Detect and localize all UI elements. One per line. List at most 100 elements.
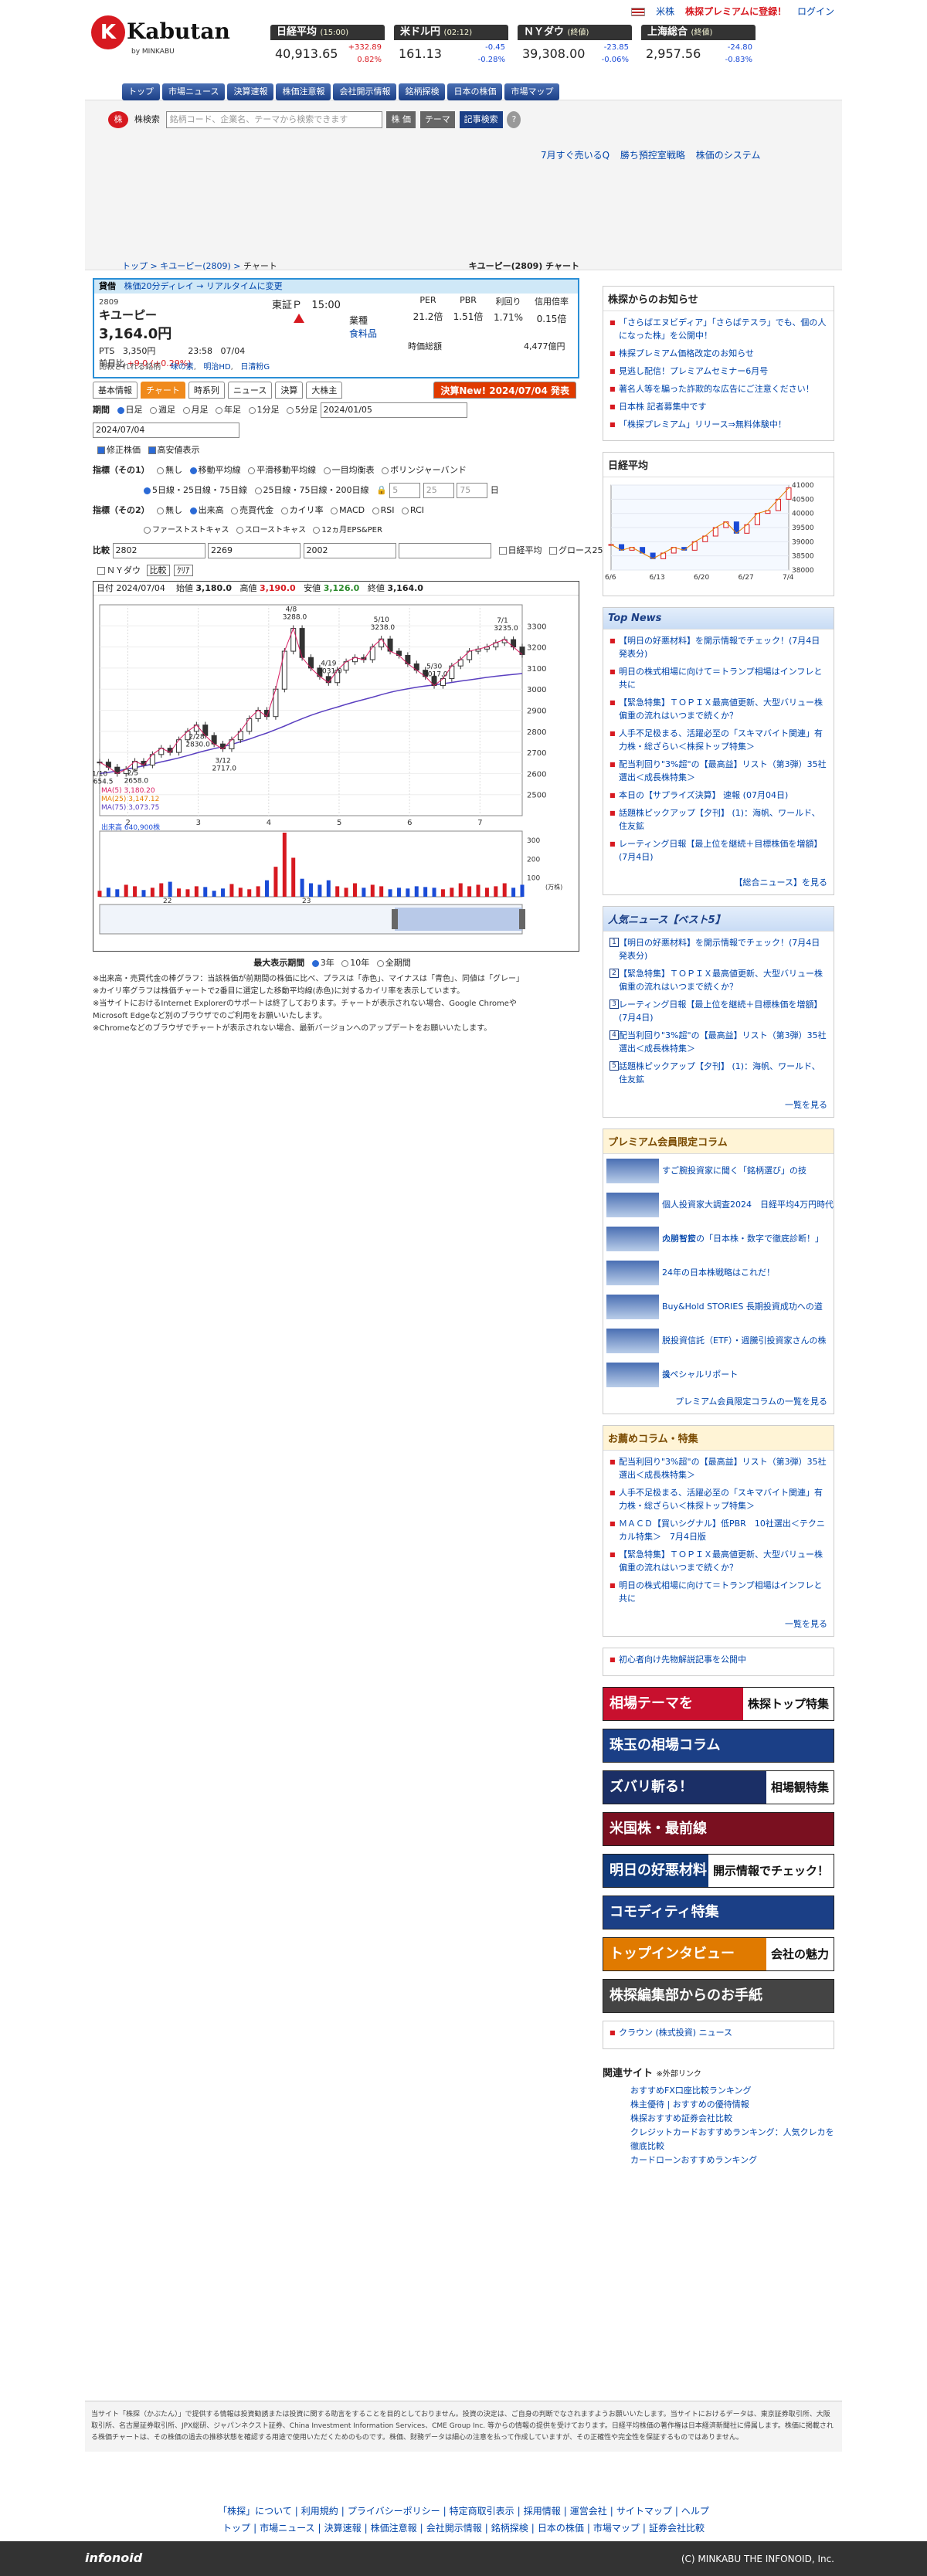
- realtime-toggle[interactable]: 株価20分ディレイ → リアルタイムに変更: [124, 281, 283, 291]
- compare-button[interactable]: 比較: [146, 565, 170, 576]
- ticker-nydow[interactable]: ＮＹダウ (終値) 39,308.00 -23.85 -0.06%: [518, 25, 632, 70]
- ind1-none-radio[interactable]: 無し: [152, 465, 182, 475]
- notice-item[interactable]: 著名人等を騙った詐欺的な広告にご注意ください！: [610, 382, 827, 395]
- tab-timeseries[interactable]: 時系列: [188, 382, 225, 399]
- news-item[interactable]: レーティング日報【最上位を継続＋目標株価を増額】 (7月4日): [610, 837, 827, 864]
- ma-5-25-75-radio[interactable]: 5日線・25日線・75日線: [139, 485, 247, 495]
- price-chart-svg[interactable]: 2500260027002800290030003100320033002 3 4 5…: [89, 596, 579, 951]
- related-link[interactable]: おすすめFX口座比較ランキング: [603, 2084, 834, 2098]
- banner-soubakan[interactable]: ズバリ斬る！ 相場観特集: [603, 1770, 834, 1804]
- ticker-usdjpy[interactable]: 米ドル円 (02:12) 161.13 -0.45 -0.28%: [394, 25, 508, 70]
- footer-link[interactable]: 市場マップ: [593, 2523, 640, 2534]
- footer-link[interactable]: 「株探」について: [218, 2506, 292, 2517]
- premium-column-item[interactable]: 脱投資信託（ETF）・週騰引投資家さんの株投: [603, 1324, 834, 1380]
- compare-input-1[interactable]: 2802: [112, 543, 205, 558]
- adjust-price-checkbox[interactable]: 修正株価: [93, 445, 141, 455]
- related-link[interactable]: 株探おすすめ証券会社比較: [603, 2112, 834, 2126]
- footer-link[interactable]: 決算速報: [324, 2523, 362, 2534]
- osusume-item[interactable]: 明日の株式相場に向けて＝トランプ相場はインフレと共に: [610, 1579, 827, 1605]
- notice-item[interactable]: 「さらばエヌビディア」「さらばテスラ」でも、個の人になった株」を公開中！: [610, 316, 827, 342]
- seminar-link[interactable]: 初心者向け先物解説記事を公開中: [610, 1653, 827, 1666]
- osusume-item[interactable]: 【緊急特集】ＴＯＰＩＸ最高値更新、大型バリュー株偏重の流れはいつまで続くか？: [610, 1548, 827, 1574]
- premium-column-item[interactable]: Buy&Hold STORIES 長期投資成功への道: [603, 1290, 834, 1324]
- premium-more-link[interactable]: プレミアム会員限定コラムの一覧を見る: [603, 1392, 834, 1414]
- footer-link[interactable]: 日本の株価: [538, 2523, 584, 2534]
- nav-disclosure[interactable]: 会社開示情報: [333, 83, 397, 100]
- footer-link[interactable]: 会社開示情報: [426, 2523, 482, 2534]
- nav-market-news[interactable]: 市場ニュース: [162, 83, 226, 100]
- ind2-turnover-radio[interactable]: 売買代金: [226, 505, 273, 515]
- period-year-radio[interactable]: 年足: [211, 405, 241, 415]
- footer-link[interactable]: 採用情報: [524, 2506, 561, 2517]
- ranking-more-link[interactable]: 一覧を見る: [603, 1095, 834, 1117]
- footer-link[interactable]: サイトマップ: [616, 2506, 672, 2517]
- compare-stock-3[interactable]: 日清粉G: [240, 363, 270, 372]
- ind2-slow-stoch-radio[interactable]: スローストキャス: [232, 526, 306, 535]
- kabutan-logo[interactable]: K Kabutan by MINKABU: [91, 15, 230, 62]
- ind2-fast-stoch-radio[interactable]: ファーストストキャス: [139, 526, 229, 535]
- ranking-item[interactable]: 2 【緊急特集】ＴＯＰＩＸ最高値更新、大型バリュー株偏重の流れはいつまで続くか？: [610, 967, 827, 993]
- nav-alert[interactable]: 株価注意報: [276, 83, 331, 100]
- notice-item[interactable]: 「株探プレミアム」リリース⇒無料体験中！: [610, 418, 827, 431]
- ma-day-2-input[interactable]: 25: [423, 483, 454, 498]
- period-3y-radio[interactable]: 3年: [307, 958, 334, 968]
- footer-link[interactable]: 株価注意報: [371, 2523, 417, 2534]
- growth-checkbox[interactable]: グロース250: [545, 545, 608, 555]
- nikkei-checkbox[interactable]: 日経平均: [494, 545, 542, 555]
- related-link[interactable]: クレジットカードおすすめランキング：人気クレカを徹底比較: [603, 2126, 834, 2153]
- period-1min-radio[interactable]: 1分足: [244, 405, 280, 415]
- ma-day-3-input[interactable]: 75: [457, 483, 488, 498]
- kessan-new-badge[interactable]: 決算New! 2024/07/04 発表: [433, 382, 576, 399]
- premium-column-item[interactable]: すご腕投資家に聞く「銘柄選び」の技: [603, 1154, 834, 1188]
- nav-market-map[interactable]: 市場マップ: [504, 83, 560, 100]
- date-to-input[interactable]: 2024/07/04: [93, 423, 239, 438]
- ind2-deviation-radio[interactable]: カイリ率: [277, 505, 324, 515]
- nav-screening[interactable]: 銘柄探検: [399, 83, 446, 100]
- footer-link[interactable]: トップ: [222, 2523, 250, 2534]
- ad-link-1[interactable]: 7月すぐ売いるQ: [541, 150, 610, 161]
- premium-column-item[interactable]: 24年の日本株戦略はこれだ！: [603, 1256, 834, 1290]
- osusume-item[interactable]: ＭＡＣＤ【買いシグナル】低PBR 10社選出＜テクニカル特集＞ 7月4日版: [610, 1517, 827, 1543]
- news-item[interactable]: 【緊急特集】ＴＯＰＩＸ最高値更新、大型バリュー株偏重の流れはいつまで続くか？: [610, 696, 827, 722]
- all-news-link[interactable]: 【総合ニュース】を見る: [603, 873, 834, 894]
- notice-item[interactable]: 見逃し配信！プレミアムセミナー6月号: [610, 365, 827, 378]
- ind2-macd-radio[interactable]: MACD: [326, 505, 365, 515]
- footer-link[interactable]: ヘルプ: [681, 2506, 709, 2517]
- footer-link[interactable]: 利用規約: [301, 2506, 338, 2517]
- footer-link[interactable]: 銘柄探検: [491, 2523, 528, 2534]
- compare-stock-2[interactable]: 明治HD: [203, 363, 230, 372]
- gyousyu-link[interactable]: 食料品: [349, 328, 377, 339]
- compare-input-2[interactable]: 2269: [208, 543, 301, 558]
- nav-japan-stocks[interactable]: 日本の株価: [447, 83, 503, 100]
- osusume-item[interactable]: 人手不足极まる、活躍必至の「スキマバイト関連」有力株・総ざらい＜株探トップ特集＞: [610, 1486, 827, 1512]
- related-link[interactable]: カードローンおすすめランキング: [603, 2153, 834, 2167]
- clear-button[interactable]: ｸﾘｱ: [174, 565, 193, 576]
- search-input[interactable]: 銘柄コード、企業名、テーマから検索できます: [165, 111, 382, 128]
- ticker-shanghai[interactable]: 上海総合 (終値) 2,957.56 -24.80 -0.83%: [641, 25, 756, 70]
- footer-link[interactable]: 運営会社: [570, 2506, 607, 2517]
- ma-25-75-200-radio[interactable]: 25日線・75日線・200日線: [250, 485, 369, 495]
- tab-shareholders[interactable]: 大株主: [306, 382, 343, 399]
- ind1-bollinger-radio[interactable]: ボリンジャーバンド: [377, 465, 467, 475]
- news-item[interactable]: 明日の株式相場に向けて＝トランプ相場はインフレと共に: [610, 665, 827, 691]
- ranking-item[interactable]: 1 【明日の好悪材料】を開示情報でチェック！(7月4日発表分): [610, 936, 827, 962]
- notice-item[interactable]: 株探プレミアム価格改定のお知らせ: [610, 347, 827, 360]
- search-stock-button[interactable]: 株 価: [386, 111, 416, 128]
- osusume-item[interactable]: 配当利回り"3%超"の【最高益】リスト（第3弾）35社選出＜成長株特集＞: [610, 1455, 827, 1481]
- tab-news[interactable]: ニュース: [227, 382, 273, 399]
- ind1-ichimoku-radio[interactable]: 一目均衡表: [319, 465, 375, 475]
- footer-link[interactable]: 証券会社比較: [649, 2523, 705, 2534]
- highlow-checkbox[interactable]: 高安値表示: [144, 445, 200, 455]
- ind1-ema-radio[interactable]: 平滑移動平均線: [243, 465, 316, 475]
- ind2-rsi-radio[interactable]: RSI: [368, 505, 395, 515]
- nikkei-mini-chart[interactable]: 41000 40500 40000 39500 39000 38500 38000 6/6 6/…: [603, 477, 834, 593]
- premium-column-item[interactable]: 個人投資家大調査2024 日経平均4万円時代の勝ち技: [603, 1188, 834, 1244]
- nydow-checkbox[interactable]: ＮＹダウ: [93, 565, 141, 575]
- compare-input-3[interactable]: 2002: [303, 543, 396, 558]
- notice-item[interactable]: 日本株 記者募集中です: [610, 400, 827, 413]
- related-link[interactable]: 株主優待 | おすすめの優待情報: [603, 2098, 834, 2112]
- premium-column-item[interactable]: 大川智宏の「日本株・数字で徹底診断！」: [603, 1222, 834, 1256]
- ranking-item[interactable]: 4 配当利回り"3%超"の【最高益】リスト（第3弾）35社選出＜成長株特集＞: [610, 1029, 827, 1055]
- compare-input-4[interactable]: [399, 543, 491, 558]
- ind2-none-radio[interactable]: 無し: [152, 505, 182, 515]
